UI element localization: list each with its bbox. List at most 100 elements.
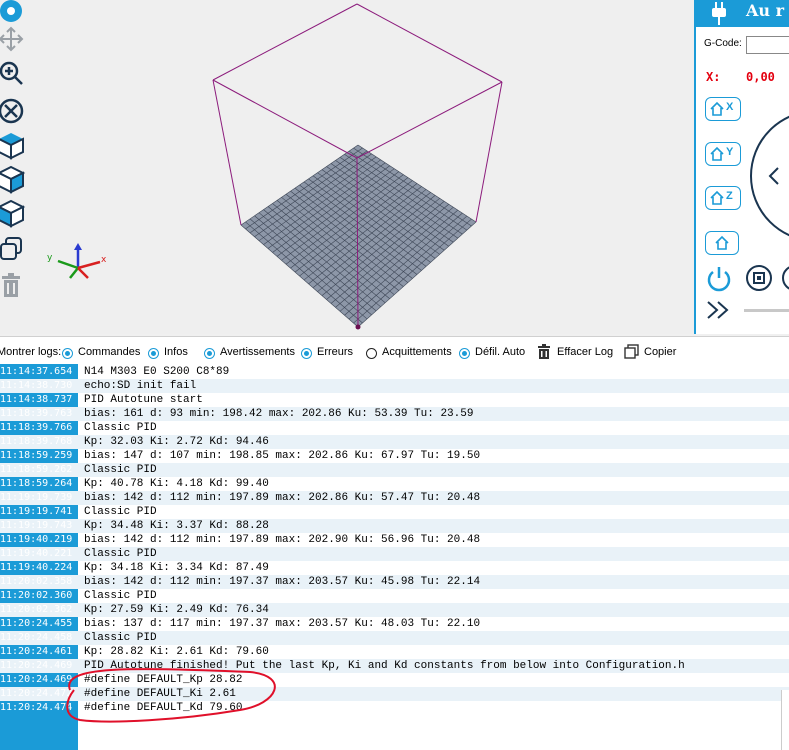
log-timestamp: 11:19:40.221 bbox=[0, 548, 73, 559]
view-iso-button[interactable] bbox=[0, 130, 26, 160]
pan-button[interactable] bbox=[0, 24, 26, 54]
log-row[interactable]: 11:20:24.474 #define DEFAULT_Kd 79.60 bbox=[0, 701, 789, 715]
circle-icon bbox=[782, 266, 789, 290]
infos-toggle[interactable] bbox=[148, 348, 159, 359]
log-row[interactable]: 11:18:59.259 bias: 147 d: 107 min: 198.85… bbox=[0, 449, 789, 463]
log-row[interactable]: 11:18:39.763 bias: 161 d: 93 min: 198.42 … bbox=[0, 407, 789, 421]
home-y-button[interactable]: Y bbox=[705, 142, 741, 166]
log-row[interactable]: 11:19:40.224 Kp: 34.18 Ki: 3.34 Kd: 87.49 bbox=[0, 561, 789, 575]
log-message: echo:SD init fail bbox=[84, 380, 197, 392]
log-message: bias: 142 d: 112 min: 197.89 max: 202.90… bbox=[84, 534, 481, 546]
commands-toggle[interactable] bbox=[62, 348, 73, 359]
infos-label: Infos bbox=[164, 346, 188, 358]
zoom-icon bbox=[0, 61, 23, 85]
gcode-label: G-Code: bbox=[704, 38, 742, 49]
show-logs-label: Montrer logs: bbox=[0, 346, 62, 358]
panel-title: Au r bbox=[746, 1, 785, 20]
log-row[interactable]: 11:20:24.458 Classic PID bbox=[0, 631, 789, 645]
log-timestamp: 11:18:59.259 bbox=[0, 450, 73, 461]
power-button[interactable] bbox=[704, 263, 734, 293]
home-z-button[interactable]: Z bbox=[705, 186, 741, 210]
bed-surface bbox=[241, 145, 476, 327]
printer-scene[interactable]: y x bbox=[0, 0, 694, 334]
log-row[interactable]: 11:18:59.262 Classic PID bbox=[0, 463, 789, 477]
fit-view-button[interactable] bbox=[0, 96, 26, 126]
zoom-button[interactable] bbox=[0, 58, 26, 88]
copy-log-button[interactable]: Copier bbox=[624, 344, 684, 360]
home-x-label: X bbox=[726, 101, 734, 113]
home-icon bbox=[710, 101, 724, 116]
log-message: #define DEFAULT_Kd 79.60 bbox=[84, 702, 243, 714]
log-timestamp: 11:20:24.461 bbox=[0, 646, 73, 657]
svg-text:y: y bbox=[47, 253, 53, 263]
log-timestamp: 11:20:24.458 bbox=[0, 632, 73, 643]
log-row[interactable]: 11:18:39.766 Classic PID bbox=[0, 421, 789, 435]
log-row[interactable]: 11:14:38.730 echo:SD init fail bbox=[0, 379, 789, 393]
log-message: PID Autotune finished! Put the last Kp, … bbox=[84, 660, 685, 672]
copy-object-button[interactable] bbox=[0, 234, 26, 264]
log-row[interactable]: 11:14:37.654 N14 M303 E0 S200 C8*89 bbox=[0, 365, 789, 379]
log-timestamp: 11:18:39.768 bbox=[0, 436, 73, 447]
log-row[interactable]: 11:19:19.741 Classic PID bbox=[0, 505, 789, 519]
x-position-label: X: bbox=[706, 70, 721, 84]
log-row[interactable]: 11:18:39.768 Kp: 32.03 Ki: 2.72 Kd: 94.46 bbox=[0, 435, 789, 449]
log-message: bias: 137 d: 117 min: 197.37 max: 203.57… bbox=[84, 618, 481, 630]
log-row[interactable]: 11:14:38.737 PID Autotune start bbox=[0, 393, 789, 407]
log-message: bias: 147 d: 107 min: 198.85 max: 202.86… bbox=[84, 450, 481, 462]
print-bed bbox=[240, 144, 477, 328]
log-row[interactable]: 11:19:40.219 bias: 142 d: 112 min: 197.89… bbox=[0, 533, 789, 547]
log-toolbar: Montrer logs: Commandes Infos Avertissem… bbox=[0, 336, 789, 365]
log-row[interactable]: 11:20:24.472 #define DEFAULT_Ki 2.61 bbox=[0, 687, 789, 701]
svg-text:x: x bbox=[101, 255, 107, 265]
log-panel[interactable]: 11:14:37.654 N14 M303 E0 S200 C8*89 11:14:… bbox=[0, 364, 789, 750]
home-all-button[interactable] bbox=[705, 231, 739, 255]
log-row[interactable]: 11:19:40.221 Classic PID bbox=[0, 547, 789, 561]
log-timestamp: 11:20:24.469 bbox=[0, 674, 73, 685]
panel-header: Au r bbox=[696, 0, 789, 27]
log-timestamp: 11:14:38.730 bbox=[0, 380, 73, 391]
move-icon bbox=[0, 0, 22, 22]
3d-viewport[interactable]: y x bbox=[0, 0, 694, 334]
log-timestamp: 11:18:59.264 bbox=[0, 478, 73, 489]
log-message: Classic PID bbox=[84, 464, 157, 476]
gcode-input[interactable] bbox=[746, 36, 789, 54]
log-timestamp: 11:18:39.763 bbox=[0, 408, 73, 419]
log-row[interactable]: 11:20:02.360 Classic PID bbox=[0, 589, 789, 603]
delete-object-button[interactable] bbox=[0, 270, 26, 300]
clear-log-button[interactable]: Effacer Log bbox=[537, 344, 613, 360]
log-row[interactable]: 11:20:02.358 bias: 142 d: 112 min: 197.37… bbox=[0, 575, 789, 589]
x-position-value: 0,00 bbox=[746, 70, 775, 84]
home-x-button[interactable]: X bbox=[705, 97, 741, 121]
log-timestamp: 11:19:19.739 bbox=[0, 492, 73, 503]
log-row[interactable]: 11:19:19.739 bias: 142 d: 112 min: 197.89… bbox=[0, 491, 789, 505]
axis-gizmo: y x bbox=[47, 243, 107, 279]
log-row[interactable]: 11:18:59.264 Kp: 40.78 Ki: 4.18 Kd: 99.40 bbox=[0, 477, 789, 491]
speed-slider[interactable] bbox=[744, 309, 789, 312]
log-timestamp: 11:20:24.472 bbox=[0, 688, 73, 699]
warnings-toggle[interactable] bbox=[204, 348, 215, 359]
log-row[interactable]: 11:19:19.743 Kp: 34.48 Ki: 3.37 Kd: 88.28 bbox=[0, 519, 789, 533]
view-front-button[interactable] bbox=[0, 164, 26, 194]
autoscroll-toggle[interactable] bbox=[459, 348, 470, 359]
log-row[interactable]: 11:20:24.469 PID Autotune finished! Put t… bbox=[0, 659, 789, 673]
log-row[interactable]: 11:20:24.461 Kp: 28.82 Ki: 2.61 Kd: 79.60 bbox=[0, 645, 789, 659]
log-row[interactable]: 11:20:24.455 bias: 137 d: 117 min: 197.37… bbox=[0, 617, 789, 631]
log-timestamp: 11:19:19.743 bbox=[0, 520, 73, 531]
home-y-label: Y bbox=[726, 146, 734, 158]
pan-icon bbox=[0, 26, 24, 52]
log-row[interactable]: 11:20:24.469 #define DEFAULT_Kp 28.82 bbox=[0, 673, 789, 687]
log-message: Kp: 28.82 Ki: 2.61 Kd: 79.60 bbox=[84, 646, 269, 658]
fast-forward-button[interactable] bbox=[706, 300, 732, 320]
plug-icon bbox=[712, 2, 726, 25]
log-timestamp: 11:20:24.455 bbox=[0, 618, 73, 629]
acks-toggle[interactable] bbox=[366, 348, 377, 359]
scrollbar[interactable] bbox=[781, 690, 789, 750]
errors-label: Erreurs bbox=[317, 346, 354, 358]
errors-toggle[interactable] bbox=[301, 348, 312, 359]
view-top-button[interactable] bbox=[0, 198, 26, 228]
rotate-view-button[interactable] bbox=[0, 0, 26, 26]
stop-button[interactable] bbox=[745, 264, 773, 292]
log-timestamp: 11:18:59.262 bbox=[0, 464, 73, 475]
log-row[interactable]: 11:20:02.362 Kp: 27.59 Ki: 2.49 Kd: 76.34 bbox=[0, 603, 789, 617]
extra-control-button[interactable] bbox=[781, 264, 789, 292]
